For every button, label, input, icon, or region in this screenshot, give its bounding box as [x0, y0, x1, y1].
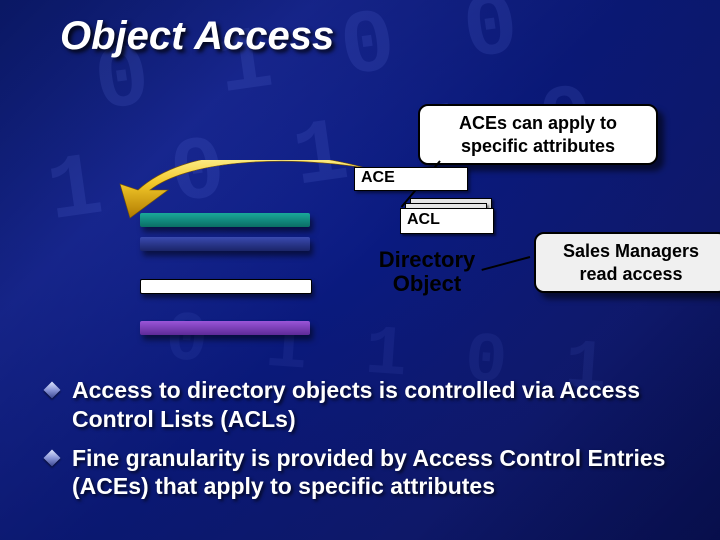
attribute-bar	[140, 321, 310, 335]
attribute-bar	[140, 279, 312, 294]
acl-stack: ACL	[400, 198, 490, 228]
attribute-bar	[140, 237, 310, 251]
bullet-list: Access to directory objects is controlle…	[40, 376, 690, 511]
slide: 0 1 0 0 1 0 1 1 0 0 1 1 0 1 Object Acces…	[0, 0, 720, 540]
directory-object-label: Directory Object	[354, 248, 500, 296]
callout-sales-managers: Sales Managers read access	[534, 232, 720, 293]
acl-card-front: ACL	[400, 208, 494, 234]
callout-aces-attributes: ACEs can apply to specific attributes	[418, 104, 658, 165]
slide-title: Object Access	[60, 14, 334, 59]
diamond-bullet-icon	[44, 382, 61, 399]
diamond-bullet-icon	[44, 449, 61, 466]
bullet-text: Access to directory objects is controlle…	[72, 376, 690, 434]
bullet-text: Fine granularity is provided by Access C…	[72, 444, 690, 502]
list-item: Access to directory objects is controlle…	[40, 376, 690, 434]
ace-label-box: ACE	[354, 167, 468, 191]
list-item: Fine granularity is provided by Access C…	[40, 444, 690, 502]
attribute-bar	[140, 213, 310, 227]
